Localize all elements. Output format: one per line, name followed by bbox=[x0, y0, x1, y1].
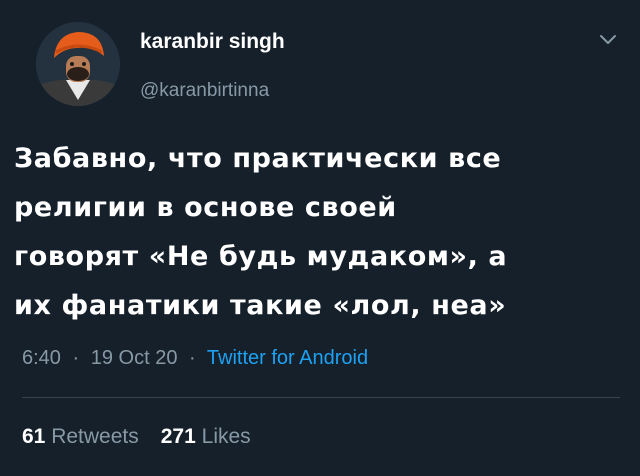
meta-separator: · bbox=[189, 347, 196, 369]
tweet-text-line: религии в основе своей bbox=[14, 192, 397, 223]
retweets-count: 61 bbox=[22, 425, 46, 448]
tweet-text: Забавно, что практически все религии в о… bbox=[14, 134, 630, 330]
tweet-meta: 6:40 · 19 Oct 20 · Twitter for Android bbox=[22, 347, 368, 370]
display-name[interactable]: karanbir singh bbox=[140, 30, 285, 54]
retweets-stat[interactable]: 61 Retweets bbox=[22, 425, 139, 448]
likes-stat[interactable]: 271 Likes bbox=[161, 425, 251, 448]
tweet-text-line: говорят «Не будь мудаком», а bbox=[14, 241, 508, 272]
likes-label: Likes bbox=[201, 425, 251, 448]
retweets-label: Retweets bbox=[51, 425, 139, 448]
likes-count: 271 bbox=[160, 425, 196, 448]
tweet-text-line: Забавно, что практически все bbox=[14, 143, 502, 174]
tweet-stats: 61 Retweets 271 Likes bbox=[22, 425, 251, 449]
divider bbox=[22, 397, 620, 398]
tweet-time[interactable]: 6:40 bbox=[22, 347, 61, 369]
tweet-card: karanbir singh @karanbirtinna Забавно, ч… bbox=[0, 0, 640, 476]
tweet-source-link[interactable]: Twitter for Android bbox=[207, 347, 368, 369]
chevron-down-icon[interactable] bbox=[598, 32, 618, 46]
meta-separator: · bbox=[72, 347, 80, 369]
tweet-text-line: их фанатики такие «лол, неа» bbox=[14, 290, 507, 321]
user-handle[interactable]: @karanbirtinna bbox=[140, 80, 269, 102]
avatar[interactable] bbox=[36, 22, 120, 106]
tweet-date[interactable]: 19 Oct 20 bbox=[91, 347, 178, 369]
